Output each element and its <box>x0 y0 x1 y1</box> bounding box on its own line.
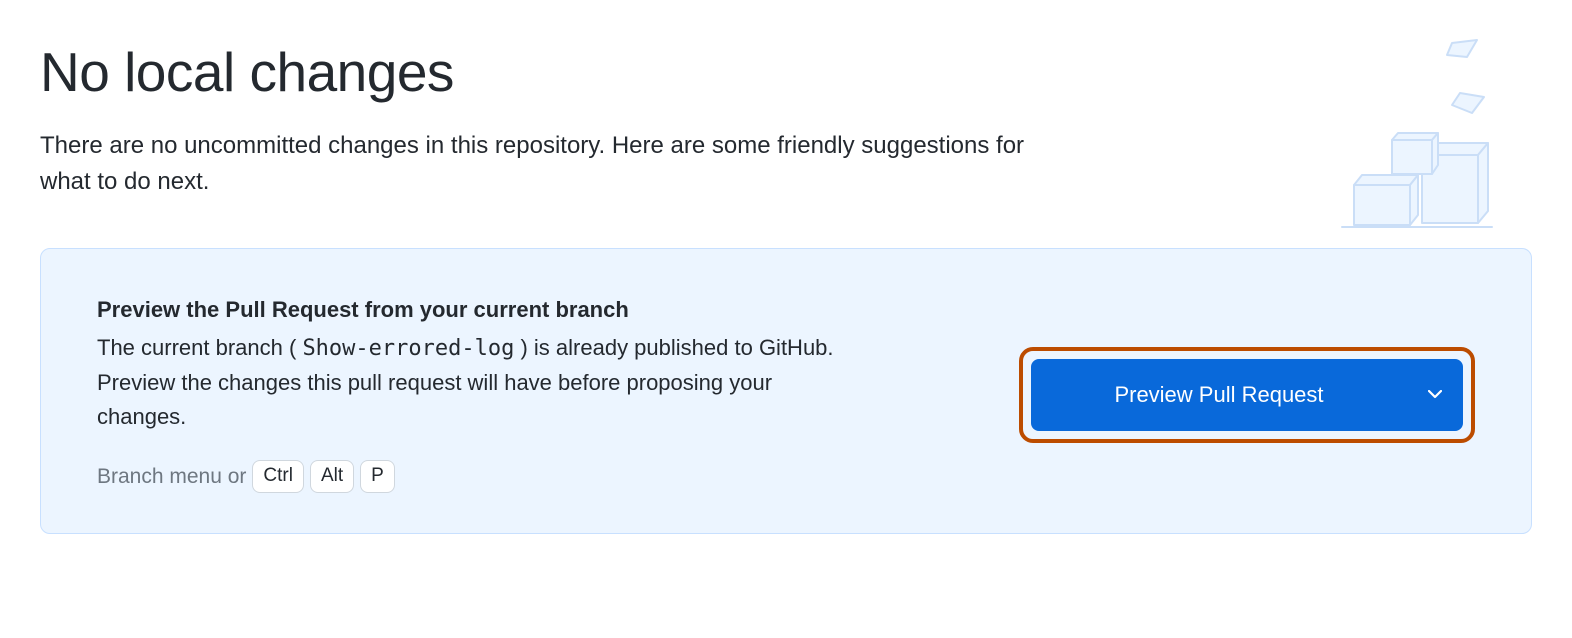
empty-state-header: No local changes There are no uncommitte… <box>40 40 1532 200</box>
kbd-key: Ctrl <box>252 460 304 493</box>
preview-pull-request-button[interactable]: Preview Pull Request <box>1031 359 1463 431</box>
suggestion-card: Preview the Pull Request from your curre… <box>40 248 1532 534</box>
dropdown-caret-icon[interactable] <box>1407 359 1463 431</box>
kbd-key: Alt <box>310 460 354 493</box>
button-label: Preview Pull Request <box>1031 359 1407 431</box>
kbd-key: P <box>360 460 395 493</box>
suggestion-title: Preview the Pull Request from your curre… <box>97 297 857 323</box>
highlighted-action-outline: Preview Pull Request <box>1019 347 1475 443</box>
suggestion-content: Preview the Pull Request from your curre… <box>97 297 857 493</box>
branch-name: Show-errored-log <box>302 336 514 361</box>
page-title: No local changes <box>40 40 1532 104</box>
page-subtitle: There are no uncommitted changes in this… <box>40 128 1060 200</box>
papers-illustration-icon <box>1332 35 1502 235</box>
suggestion-description: The current branch ( Show-errored-log ) … <box>97 331 857 434</box>
shortcut-prefix: Branch menu or <box>97 465 246 489</box>
desc-prefix: The current branch ( <box>97 335 302 360</box>
shortcut-hint: Branch menu or Ctrl Alt P <box>97 460 857 493</box>
